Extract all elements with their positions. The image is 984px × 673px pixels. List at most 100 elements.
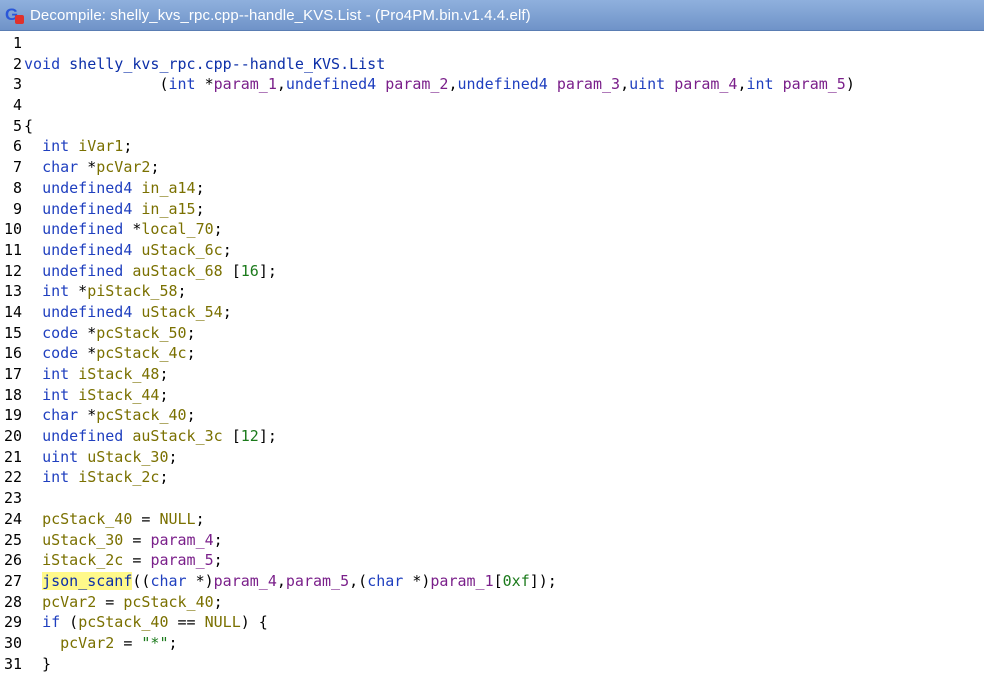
code-token[interactable]: in_a14 <box>141 179 195 197</box>
code-token[interactable]: undefined4 <box>458 75 548 93</box>
highlighted-token[interactable]: json_scanf <box>42 571 133 590</box>
code-token[interactable]: undefined <box>42 262 123 280</box>
code-token[interactable]: "*" <box>141 634 168 652</box>
code-token[interactable]: void <box>24 55 60 73</box>
code-token[interactable]: auStack_3c <box>132 427 222 445</box>
code-line[interactable]: 16 code *pcStack_4c; <box>0 343 984 364</box>
code-token[interactable]: param_1 <box>214 75 277 93</box>
code-token[interactable]: undefined4 <box>286 75 376 93</box>
code-line[interactable]: 7 char *pcVar2; <box>0 157 984 178</box>
code-token[interactable]: iStack_2c <box>78 468 159 486</box>
line-code[interactable]: uint uStack_30; <box>24 447 177 468</box>
code-token[interactable]: char <box>150 572 186 590</box>
code-token[interactable]: pcStack_40 <box>78 613 168 631</box>
code-line[interactable]: 19 char *pcStack_40; <box>0 405 984 426</box>
code-token[interactable]: iStack_48 <box>78 365 159 383</box>
line-code[interactable]: char *pcVar2; <box>24 157 159 178</box>
code-token[interactable]: param_1 <box>430 572 493 590</box>
code-token[interactable]: int <box>169 75 196 93</box>
line-code[interactable]: undefined4 uStack_6c; <box>24 240 232 261</box>
code-token[interactable]: NULL <box>205 613 241 631</box>
line-code[interactable]: int *piStack_58; <box>24 281 187 302</box>
code-token[interactable]: piStack_58 <box>87 282 177 300</box>
code-token[interactable]: pcStack_40 <box>42 510 132 528</box>
code-token[interactable]: pcStack_4c <box>96 344 186 362</box>
line-code[interactable]: { <box>24 116 33 137</box>
code-line[interactable]: 3 (int *param_1,undefined4 param_2,undef… <box>0 74 984 95</box>
line-code[interactable]: pcStack_40 = NULL; <box>24 509 205 530</box>
line-code[interactable]: undefined auStack_68 [16]; <box>24 261 277 282</box>
code-line[interactable]: 15 code *pcStack_50; <box>0 323 984 344</box>
code-token[interactable]: iStack_44 <box>78 386 159 404</box>
code-token[interactable]: param_2 <box>385 75 448 93</box>
code-token[interactable]: param_4 <box>214 572 277 590</box>
code-token[interactable]: uint <box>42 448 78 466</box>
code-line[interactable]: 1 <box>0 33 984 54</box>
code-line[interactable]: 18 int iStack_44; <box>0 385 984 406</box>
code-line[interactable]: 30 pcVar2 = "*"; <box>0 633 984 654</box>
code-line[interactable]: 8 undefined4 in_a14; <box>0 178 984 199</box>
line-code[interactable]: undefined4 uStack_54; <box>24 302 232 323</box>
code-token[interactable]: int <box>42 386 69 404</box>
line-code[interactable]: void shelly_kvs_rpc.cpp--handle_KVS.List <box>24 54 385 75</box>
code-token[interactable]: int <box>747 75 774 93</box>
code-token[interactable]: pcVar2 <box>42 593 96 611</box>
line-code[interactable]: } <box>24 654 51 673</box>
code-token[interactable]: code <box>42 324 78 342</box>
code-line[interactable]: 24 pcStack_40 = NULL; <box>0 509 984 530</box>
code-token[interactable]: NULL <box>159 510 195 528</box>
code-line[interactable]: 2 void shelly_kvs_rpc.cpp--handle_KVS.Lis… <box>0 54 984 75</box>
code-token[interactable]: int <box>42 468 69 486</box>
code-token[interactable]: int <box>42 282 69 300</box>
code-line[interactable]: 23 <box>0 488 984 509</box>
code-token[interactable]: param_3 <box>557 75 620 93</box>
code-token[interactable]: shelly_kvs_rpc.cpp--handle_KVS.List <box>69 55 385 73</box>
line-code[interactable]: pcVar2 = "*"; <box>24 633 177 654</box>
line-code[interactable]: (int *param_1,undefined4 param_2,undefin… <box>24 74 854 95</box>
code-token[interactable]: char <box>42 406 78 424</box>
code-token[interactable]: undefined4 <box>42 241 132 259</box>
code-token[interactable]: 0xf <box>503 572 530 590</box>
line-code[interactable]: char *pcStack_40; <box>24 405 196 426</box>
code-token[interactable]: iVar1 <box>78 137 123 155</box>
code-line[interactable]: 25 uStack_30 = param_4; <box>0 530 984 551</box>
line-code[interactable]: json_scanf((char *)param_4,param_5,(char… <box>24 571 557 592</box>
code-line[interactable]: 12 undefined auStack_68 [16]; <box>0 261 984 282</box>
code-token[interactable]: param_4 <box>150 531 213 549</box>
code-token[interactable]: param_5 <box>783 75 846 93</box>
line-code[interactable]: int iStack_2c; <box>24 467 168 488</box>
code-line[interactable]: 20 undefined auStack_3c [12]; <box>0 426 984 447</box>
line-code[interactable]: int iVar1; <box>24 136 132 157</box>
code-line[interactable]: 27 json_scanf((char *)param_4,param_5,(c… <box>0 571 984 592</box>
code-token[interactable]: pcStack_40 <box>123 593 213 611</box>
code-token[interactable]: pcStack_40 <box>96 406 186 424</box>
code-line[interactable]: 14 undefined4 uStack_54; <box>0 302 984 323</box>
code-token[interactable]: auStack_68 <box>132 262 222 280</box>
line-code[interactable]: undefined auStack_3c [12]; <box>24 426 277 447</box>
code-token[interactable]: uStack_30 <box>42 531 123 549</box>
code-token[interactable]: undefined4 <box>42 179 132 197</box>
code-line[interactable]: 26 iStack_2c = param_5; <box>0 550 984 571</box>
code-line[interactable]: 17 int iStack_48; <box>0 364 984 385</box>
line-code[interactable]: int iStack_44; <box>24 385 168 406</box>
code-token[interactable]: 12 <box>241 427 259 445</box>
code-line[interactable]: 5{ <box>0 116 984 137</box>
code-token[interactable]: int <box>42 137 69 155</box>
code-token[interactable]: undefined4 <box>42 200 132 218</box>
code-token[interactable]: uStack_54 <box>141 303 222 321</box>
line-code[interactable]: int iStack_48; <box>24 364 168 385</box>
line-code[interactable]: pcVar2 = pcStack_40; <box>24 592 223 613</box>
code-line[interactable]: 10 undefined *local_70; <box>0 219 984 240</box>
decompiled-code-listing[interactable]: 1 2 void shelly_kvs_rpc.cpp--handle_KVS.Li… <box>0 33 984 673</box>
code-line[interactable]: 13 int *piStack_58; <box>0 281 984 302</box>
code-token[interactable]: param_5 <box>286 572 349 590</box>
code-token[interactable]: uStack_6c <box>141 241 222 259</box>
code-token[interactable]: local_70 <box>141 220 213 238</box>
code-line[interactable]: 6 int iVar1; <box>0 136 984 157</box>
code-token[interactable]: pcVar2 <box>96 158 150 176</box>
code-token[interactable]: uint <box>629 75 665 93</box>
code-token[interactable]: undefined <box>42 220 123 238</box>
line-code[interactable]: code *pcStack_4c; <box>24 343 196 364</box>
code-token[interactable]: char <box>42 158 78 176</box>
code-token[interactable]: undefined4 <box>42 303 132 321</box>
